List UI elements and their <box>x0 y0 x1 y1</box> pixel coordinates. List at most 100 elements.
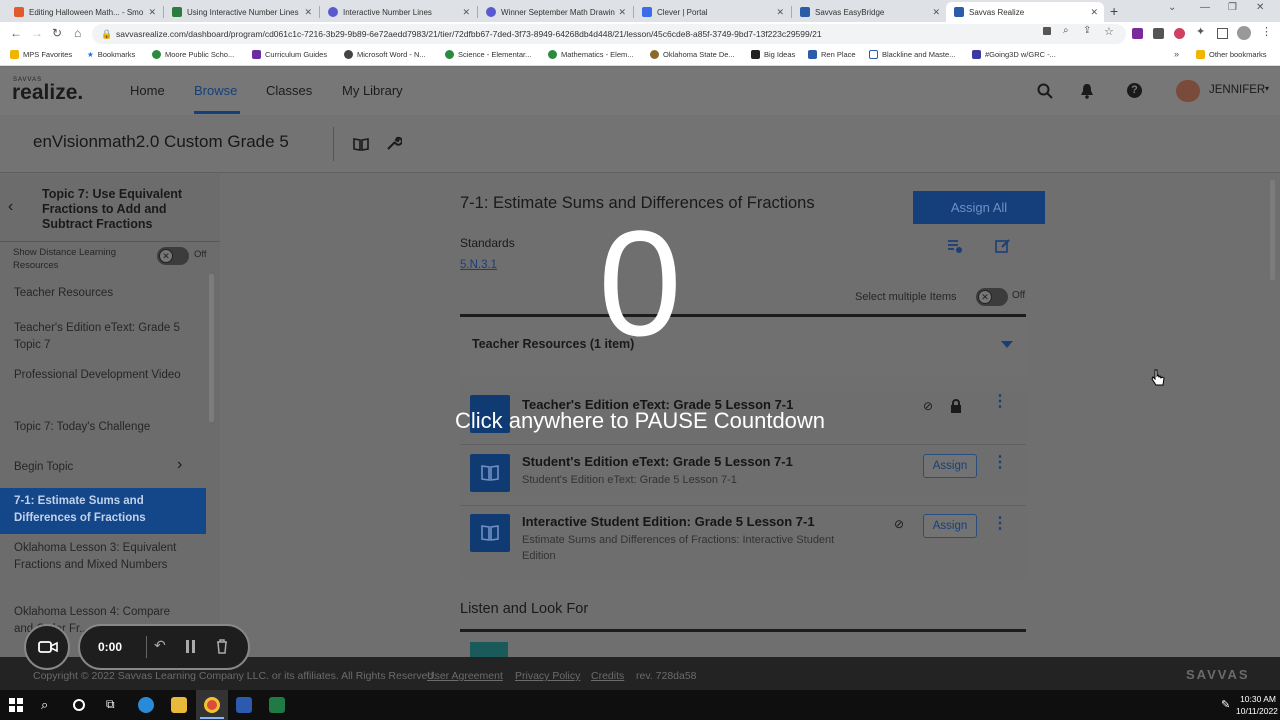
back-chevron-icon[interactable]: ‹ <box>8 198 13 216</box>
restore-icon[interactable]: ❐ <box>1228 2 1237 13</box>
puzzle-icon[interactable]: ✦ <box>1196 25 1205 38</box>
sidebar-scrollbar[interactable] <box>209 274 214 422</box>
edge-icon[interactable] <box>138 697 154 713</box>
task-view-icon[interactable]: ⧉ <box>106 697 115 712</box>
bookmark-item[interactable]: #Going3D w/GRC -... <box>972 50 1056 59</box>
browser-tab-active[interactable]: Savvas Realize ✕ <box>946 2 1104 22</box>
bookmark-item[interactable]: Blackline and Maste... <box>869 50 955 59</box>
search-icon[interactable]: ⌕ <box>41 697 48 713</box>
more-bookmarks-icon[interactable]: » <box>1174 49 1179 59</box>
sidebar-item-lesson-7-1[interactable]: 7-1: Estimate Sums and Differences of Fr… <box>0 488 206 534</box>
bookmark-star-icon[interactable]: ☆ <box>1104 25 1114 38</box>
bell-icon[interactable] <box>1080 83 1094 99</box>
tab-close-icon[interactable]: ✕ <box>148 7 156 18</box>
sidebar-item-todays-challenge[interactable]: Topic 7: Today's Challenge <box>0 419 206 436</box>
user-menu-chevron-icon[interactable]: ▾ <box>1265 84 1269 93</box>
user-agreement-link[interactable]: User Agreement <box>427 670 503 682</box>
browser-tab[interactable]: Editing Halloween Math... - Smo ✕ <box>6 2 162 22</box>
standard-link[interactable]: 5.N.3.1 <box>460 259 497 271</box>
clock-time[interactable]: 10:30 AM <box>1240 694 1276 704</box>
tab-close-icon[interactable]: ✕ <box>776 7 784 18</box>
home-icon[interactable]: ⌂ <box>74 26 81 40</box>
bookmark-item[interactable]: ★ Bookmarks <box>87 50 135 59</box>
tab-close-icon[interactable]: ✕ <box>932 7 940 18</box>
bookmark-item[interactable]: Mathematics - Elem... <box>548 50 634 59</box>
pen-icon[interactable]: ✎ <box>1221 698 1230 711</box>
cortana-icon[interactable] <box>73 699 85 711</box>
assign-all-button[interactable]: Assign All <box>913 191 1045 224</box>
user-name[interactable]: JENNIFER <box>1209 84 1265 96</box>
more-options-icon[interactable]: ⋮ <box>992 394 1008 410</box>
main-scrollbar[interactable] <box>1270 180 1275 280</box>
extension-icon[interactable] <box>1132 28 1143 39</box>
more-options-icon[interactable]: ⋮ <box>992 516 1008 532</box>
hidden-eye-icon[interactable]: ⊘ <box>923 399 933 413</box>
countdown-number[interactable]: 0 <box>540 198 740 368</box>
other-bookmarks[interactable]: Other bookmarks <box>1196 50 1267 59</box>
new-tab-icon[interactable]: + <box>1110 3 1118 19</box>
nav-home[interactable]: Home <box>130 83 165 98</box>
undo-icon[interactable]: ↶ <box>154 637 166 654</box>
help-icon[interactable]: ? <box>1127 83 1142 98</box>
privacy-policy-link[interactable]: Privacy Policy <box>515 670 580 682</box>
tab-search-icon[interactable]: ⌄ <box>1168 2 1176 13</box>
add-to-playlist-icon[interactable] <box>947 238 963 254</box>
minimize-icon[interactable]: — <box>1200 2 1210 13</box>
bookmark-item[interactable]: Ren Place <box>808 50 856 59</box>
back-icon[interactable]: ← <box>10 26 22 40</box>
avatar[interactable] <box>1176 80 1200 102</box>
pause-icon[interactable] <box>186 640 196 654</box>
more-options-icon[interactable]: ⋮ <box>992 455 1008 471</box>
address-bar[interactable]: 🔒 savvasrealize.com/dashboard/program/cd… <box>92 24 1126 44</box>
bookmark-item[interactable]: Oklahoma State De... <box>650 50 735 59</box>
search-icon[interactable] <box>1037 83 1053 99</box>
tab-close-icon[interactable]: ✕ <box>1090 7 1098 18</box>
reload-icon[interactable]: ↻ <box>52 26 62 40</box>
assign-button[interactable]: Assign <box>923 514 977 538</box>
tab-close-icon[interactable]: ✕ <box>618 7 626 18</box>
browser-tab[interactable]: Savvas EasyBridge ✕ <box>792 2 946 22</box>
credits-link[interactable]: Credits <box>591 670 624 682</box>
assign-button[interactable]: Assign <box>923 454 977 478</box>
profile-avatar-icon[interactable] <box>1237 26 1251 40</box>
resource-title[interactable]: Student's Edition eText: Grade 5 Lesson … <box>522 454 793 469</box>
resource-row[interactable]: Student's Edition eText: Grade 5 Lesson … <box>460 446 1026 503</box>
bookmark-item[interactable]: Curriculum Guides <box>252 50 327 59</box>
nav-browse[interactable]: Browse <box>194 83 237 98</box>
book-icon[interactable] <box>353 137 369 151</box>
hidden-eye-icon[interactable]: ⊘ <box>894 517 904 531</box>
resource-title[interactable]: Interactive Student Edition: Grade 5 Les… <box>522 514 815 529</box>
menu-icon[interactable]: ⋮ <box>1261 25 1272 38</box>
browser-tab[interactable]: Clever | Portal ✕ <box>634 2 790 22</box>
excel-icon[interactable] <box>269 697 285 713</box>
pause-countdown-message[interactable]: Click anywhere to PAUSE Countdown <box>390 408 890 434</box>
sidebar-item-teacher-resources[interactable]: Teacher Resources <box>0 285 206 302</box>
tab-close-icon[interactable]: ✕ <box>304 7 312 18</box>
sidebar-item-pd-video[interactable]: Professional Development Video <box>0 367 206 384</box>
zoom-icon[interactable]: ⌕ <box>1063 25 1069 36</box>
select-multiple-toggle[interactable]: ✕ <box>976 288 1008 306</box>
camera-toggle-button[interactable] <box>24 624 70 670</box>
windows-start-icon[interactable] <box>9 698 23 712</box>
nav-classes[interactable]: Classes <box>266 83 312 98</box>
bookmark-item[interactable]: Microsoft Word - N... <box>344 50 426 59</box>
caret-down-icon[interactable] <box>1001 341 1013 348</box>
realize-logo[interactable]: realize. <box>12 81 83 105</box>
bookmark-item[interactable]: Big Ideas <box>751 50 795 59</box>
sidepanel-icon[interactable] <box>1217 28 1228 39</box>
sidebar-item-ok-lesson-3[interactable]: Oklahoma Lesson 3: Equivalent Fractions … <box>0 540 206 574</box>
trash-icon[interactable] <box>216 639 228 654</box>
cast-icon[interactable] <box>1043 27 1051 35</box>
sidebar-item-teacher-etext[interactable]: Teacher's Edition eText: Grade 5 Topic 7 <box>0 320 206 354</box>
tab-close-icon[interactable]: ✕ <box>462 7 470 18</box>
browser-tab[interactable]: Interactive Number Lines ✕ <box>320 2 476 22</box>
bookmark-item[interactable]: Science - Elementar... <box>445 50 531 59</box>
word-icon[interactable] <box>236 697 252 713</box>
edit-icon[interactable] <box>995 238 1011 254</box>
chrome-taskbar-button[interactable] <box>196 690 228 720</box>
forward-icon[interactable]: → <box>31 26 43 40</box>
clock-date[interactable]: 10/11/2022 <box>1236 706 1278 716</box>
bookmark-item[interactable]: Moore Public Scho... <box>152 50 234 59</box>
extension-icon[interactable] <box>1153 28 1164 39</box>
resource-row[interactable]: Interactive Student Edition: Grade 5 Les… <box>460 507 1026 581</box>
